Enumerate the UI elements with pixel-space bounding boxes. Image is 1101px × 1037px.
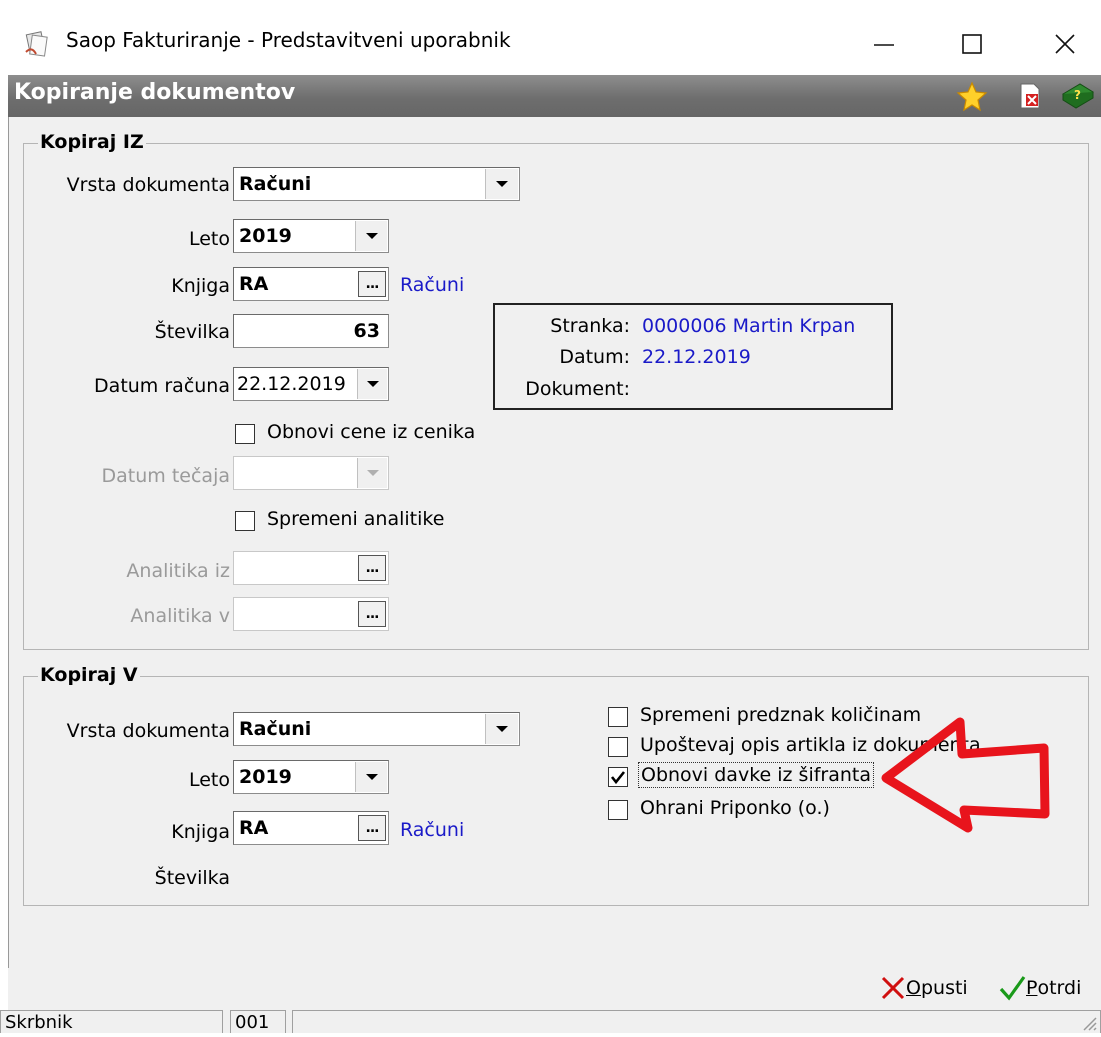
delete-document-icon[interactable]	[1014, 80, 1046, 112]
vrsta-dokumenta-v-label: Vrsta dokumenta	[66, 720, 230, 742]
chevron-down-icon[interactable]	[485, 169, 518, 199]
datum-racuna-value: 22.12.2019	[237, 373, 346, 395]
ohrani-priponko-label: Ohrani Priponko (o.)	[640, 797, 830, 819]
analitika-v-browse-button[interactable]: ...	[358, 601, 386, 627]
window-title: Saop Fakturiranje - Predstavitveni upora…	[66, 28, 511, 52]
knjiga-name: Računi	[400, 274, 465, 296]
stevilka-input[interactable]: 63	[233, 314, 389, 348]
status-message	[292, 1010, 1101, 1033]
status-code: 001	[230, 1010, 286, 1033]
analitika-iz-label: Analitika iz	[126, 560, 230, 582]
ohrani-priponko-checkbox[interactable]	[608, 800, 628, 820]
datum-info-label: Datum:	[559, 346, 630, 368]
stranka-value: 0000006 Martin Krpan	[642, 315, 856, 337]
obnovi-cene-checkbox[interactable]	[235, 424, 255, 444]
chevron-down-icon[interactable]	[355, 221, 387, 251]
spremeni-analitike-label: Spremeni analitike	[267, 508, 445, 530]
stranka-label: Stranka:	[550, 315, 630, 337]
chevron-down-icon[interactable]	[357, 458, 387, 488]
stevilka-label: Številka	[154, 321, 230, 343]
close-button[interactable]	[1037, 22, 1093, 66]
datum-racuna-label: Datum računa	[94, 375, 230, 397]
form-title: Kopiranje dokumentov	[14, 80, 296, 105]
knjiga-value: RA	[239, 273, 269, 295]
spremeni-analitike-checkbox[interactable]	[235, 511, 255, 531]
star-icon[interactable]	[956, 80, 988, 112]
knjiga-label: Knjiga	[171, 275, 230, 297]
app-icon	[22, 30, 50, 58]
vrsta-dokumenta-v-select[interactable]: Računi	[233, 712, 520, 746]
leto-v-value: 2019	[239, 766, 292, 788]
spremeni-predznak-checkbox[interactable]	[608, 707, 628, 727]
stevilka-value: 63	[353, 320, 380, 342]
cancel-label: pusti	[920, 977, 968, 999]
obnovi-davke-label: Obnovi davke iz šifranta	[638, 762, 874, 788]
chevron-down-icon[interactable]	[485, 714, 518, 744]
dokument-label: Dokument:	[525, 378, 630, 400]
vrsta-dokumenta-label: Vrsta dokumenta	[66, 174, 230, 196]
cancel-button[interactable]: Opusti	[880, 970, 968, 1006]
confirm-key: P	[1026, 977, 1038, 999]
cancel-key: O	[906, 977, 921, 999]
upostevaj-opis-checkbox[interactable]	[608, 737, 628, 757]
resize-grip-icon[interactable]	[1078, 1012, 1098, 1032]
checkmark-icon	[610, 771, 626, 785]
chevron-down-icon[interactable]	[357, 369, 387, 399]
leto-label: Leto	[188, 228, 230, 250]
vrsta-dokumenta-select[interactable]: Računi	[233, 167, 520, 201]
svg-text:?: ?	[1074, 88, 1081, 102]
datum-info-value: 22.12.2019	[642, 346, 751, 368]
leto-value: 2019	[239, 225, 292, 247]
cancel-x-icon	[881, 976, 905, 1000]
knjiga-browse-button[interactable]: ...	[358, 271, 386, 297]
obnovi-davke-checkbox[interactable]	[608, 767, 628, 787]
knjiga-v-name: Računi	[400, 819, 465, 841]
analitika-v-label: Analitika v	[130, 605, 230, 627]
kopiraj-iz-title: Kopiraj IZ	[38, 131, 146, 153]
red-arrow-icon	[878, 716, 1053, 836]
leto-v-label: Leto	[188, 769, 230, 791]
datum-tecaja-label: Datum tečaja	[101, 465, 230, 487]
confirm-label: otrdi	[1037, 977, 1082, 999]
vrsta-dokumenta-value: Računi	[239, 173, 312, 195]
stevilka-v-label: Številka	[154, 867, 230, 889]
kopiraj-v-title: Kopiraj V	[38, 664, 140, 686]
maximize-button[interactable]	[944, 22, 1000, 66]
knjiga-v-value: RA	[239, 817, 269, 839]
knjiga-v-label: Knjiga	[171, 821, 230, 843]
obnovi-cene-label: Obnovi cene iz cenika	[267, 421, 476, 443]
help-icon[interactable]: ?	[1060, 80, 1094, 112]
confirm-button[interactable]: Potrdi	[998, 970, 1081, 1006]
checkmark-icon	[999, 976, 1026, 1001]
vrsta-dokumenta-v-value: Računi	[239, 718, 312, 740]
status-user: Skrbnik	[0, 1010, 223, 1033]
minimize-button[interactable]	[856, 22, 912, 66]
knjiga-v-browse-button[interactable]: ...	[358, 815, 386, 841]
analitika-iz-browse-button[interactable]: ...	[358, 555, 386, 581]
chevron-down-icon[interactable]	[355, 762, 387, 792]
